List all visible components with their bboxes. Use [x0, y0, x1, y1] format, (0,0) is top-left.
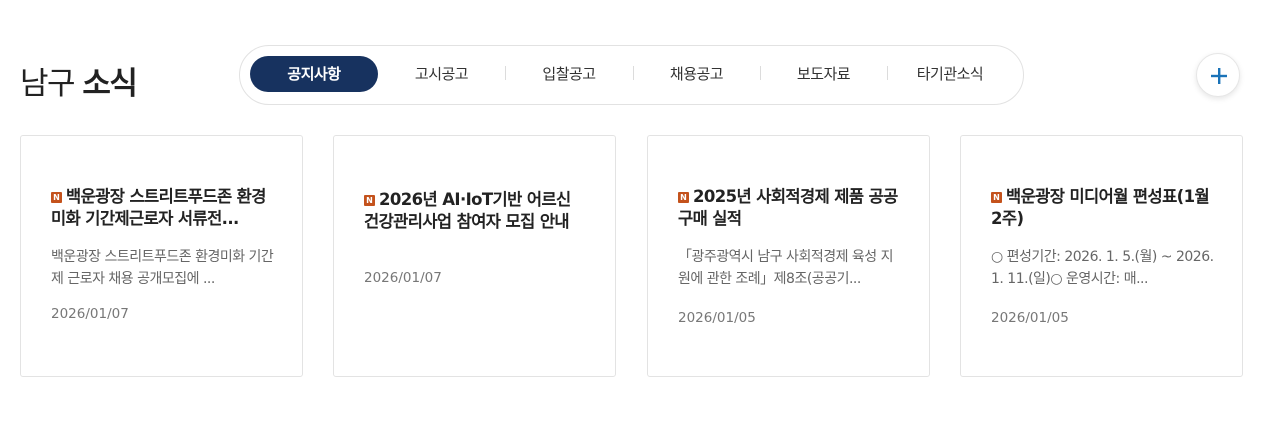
plus-icon: [1211, 68, 1227, 84]
card-date: 2026/01/05: [678, 310, 756, 326]
card-title[interactable]: N 백운광장 미디어월 편성표(1월 2주): [991, 186, 1216, 230]
section-title-main: 소식: [82, 66, 138, 102]
new-badge-icon: N: [678, 192, 689, 203]
new-badge-icon: N: [364, 195, 375, 206]
news-tab-bar: 공지사항 고시공고 입찰공고 채용공고 보도자료 타기관소식: [239, 45, 1024, 105]
tab-bid-notice[interactable]: 입찰공고: [505, 56, 633, 92]
card-title-text: 2025년 사회적경제 제품 공공구매 실적: [678, 187, 898, 228]
card-description: 백운광장 스트리트푸드존 환경미화 기간제 근로자 채용 공개모집에 ...: [51, 249, 274, 287]
tab-notice[interactable]: 공지사항: [250, 56, 378, 92]
tab-press-release[interactable]: 보도자료: [760, 56, 887, 92]
card-title[interactable]: N 백운광장 스트리트푸드존 환경미화 기간제근로자 서류전...: [51, 186, 276, 230]
tab-public-notice[interactable]: 고시공고: [378, 56, 505, 92]
card-title-text: 백운광장 스트리트푸드존 환경미화 기간제근로자 서류전...: [51, 187, 266, 228]
tab-other-agency-news[interactable]: 타기관소식: [887, 56, 1013, 92]
section-title-prefix: 남구: [20, 66, 83, 102]
card-title-text: 2026년 AI·IoT기반 어르신 건강관리사업 참여자 모집 안내: [364, 190, 571, 231]
tab-recruitment[interactable]: 채용공고: [633, 56, 760, 92]
more-button[interactable]: [1196, 53, 1240, 97]
card-date: 2026/01/07: [364, 270, 442, 286]
news-card[interactable]: N 백운광장 미디어월 편성표(1월 2주) ○ 편성기간: 2026. 1. 5…: [960, 135, 1243, 377]
section-title: 남구 소식: [20, 58, 138, 102]
card-date: 2026/01/05: [991, 310, 1069, 326]
news-card[interactable]: N 2026년 AI·IoT기반 어르신 건강관리사업 참여자 모집 안내 202…: [333, 135, 616, 377]
news-card[interactable]: N 백운광장 스트리트푸드존 환경미화 기간제근로자 서류전... 백운광장 스트…: [20, 135, 303, 377]
card-title[interactable]: N 2025년 사회적경제 제품 공공구매 실적: [678, 186, 903, 230]
new-badge-icon: N: [51, 192, 62, 203]
new-badge-icon: N: [991, 192, 1002, 203]
news-card[interactable]: N 2025년 사회적경제 제품 공공구매 실적 「광주광역시 남구 사회적경제 …: [647, 135, 930, 377]
card-date: 2026/01/07: [51, 306, 129, 322]
card-title[interactable]: N 2026년 AI·IoT기반 어르신 건강관리사업 참여자 모집 안내: [364, 189, 589, 233]
card-description: ○ 편성기간: 2026. 1. 5.(월) ~ 2026. 1. 11.(일)…: [991, 249, 1214, 287]
card-title-text: 백운광장 미디어월 편성표(1월 2주): [991, 187, 1210, 228]
card-description: 「광주광역시 남구 사회적경제 육성 지원에 관한 조례」제8조(공공기...: [678, 249, 894, 287]
